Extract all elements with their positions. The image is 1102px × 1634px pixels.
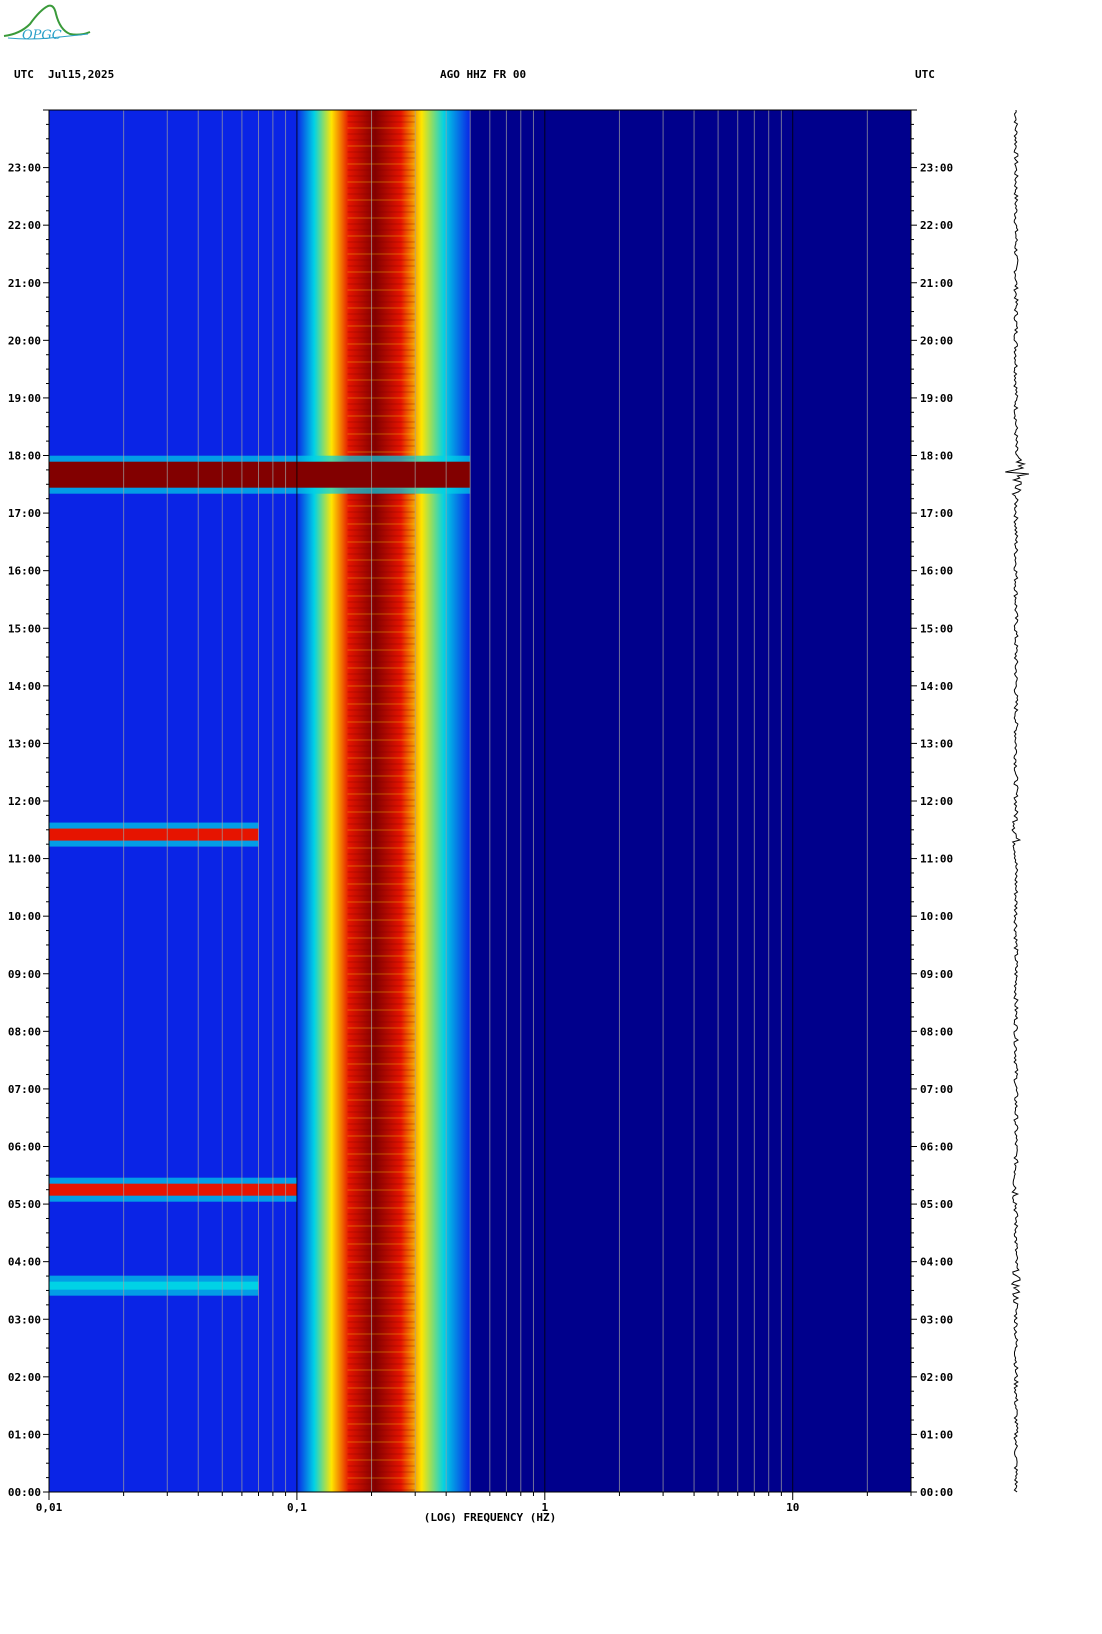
event-band <box>49 461 471 488</box>
seismogram-trace <box>1005 109 1029 1493</box>
frequency-tick-label: 0,01 <box>36 1501 63 1514</box>
seismogram-waveform <box>1005 109 1029 1493</box>
time-tick-label-right: 18:00 <box>920 450 953 463</box>
event-band <box>49 828 259 841</box>
x-axis-label: (LOG) FREQUENCY (HZ) <box>424 1511 556 1524</box>
time-tick-label-left: 11:00 <box>8 853 41 866</box>
time-tick-label-left: 08:00 <box>8 1025 41 1038</box>
time-tick-label-right: 04:00 <box>920 1256 953 1269</box>
frequency-tick-label: 10 <box>786 1501 799 1514</box>
time-tick-label-left: 18:00 <box>8 450 41 463</box>
time-tick-label-left: 07:00 <box>8 1083 41 1096</box>
time-tick-label-right: 01:00 <box>920 1428 953 1441</box>
time-tick-label-left: 00:00 <box>8 1486 41 1499</box>
time-tick-label-right: 08:00 <box>920 1025 953 1038</box>
time-tick-label-right: 19:00 <box>920 392 953 405</box>
time-tick-label-left: 22:00 <box>8 219 41 232</box>
time-tick-label-left: 12:00 <box>8 795 41 808</box>
time-tick-label-left: 23:00 <box>8 162 41 175</box>
time-tick-label-right: 03:00 <box>920 1313 953 1326</box>
time-tick-label-right: 15:00 <box>920 622 953 635</box>
time-tick-label-right: 22:00 <box>920 219 953 232</box>
microseism-band <box>296 109 471 1492</box>
time-tick-label-right: 07:00 <box>920 1083 953 1096</box>
time-tick-label-left: 14:00 <box>8 680 41 693</box>
time-tick-label-left: 16:00 <box>8 565 41 578</box>
time-tick-label-right: 00:00 <box>920 1486 953 1499</box>
time-tick-label-right: 17:00 <box>920 507 953 520</box>
microseism-band-fill <box>296 110 471 1492</box>
time-tick-label-left: 19:00 <box>8 392 41 405</box>
spectrogram-chart: 00:00 00:00 01:00 01:00 02:00 02:00 03:00 03:00… <box>8 109 1029 1524</box>
time-tick-label-left: 03:00 <box>8 1313 41 1326</box>
time-tick-label-left: 02:00 <box>8 1371 41 1384</box>
time-tick-label-right: 11:00 <box>920 853 953 866</box>
time-tick-label-right: 10:00 <box>920 910 953 923</box>
time-tick-label-right: 09:00 <box>920 968 953 981</box>
time-tick-label-left: 15:00 <box>8 622 41 635</box>
time-tick-label-right: 16:00 <box>920 565 953 578</box>
event-band <box>49 1281 259 1290</box>
time-tick-label-right: 13:00 <box>920 737 953 750</box>
time-tick-label-right: 20:00 <box>920 334 953 347</box>
time-tick-label-left: 05:00 <box>8 1198 41 1211</box>
time-tick-label-left: 06:00 <box>8 1141 41 1154</box>
time-tick-label-right: 06:00 <box>920 1141 953 1154</box>
event-band <box>49 1183 297 1196</box>
time-tick-label-left: 01:00 <box>8 1428 41 1441</box>
time-tick-label-left: 13:00 <box>8 737 41 750</box>
time-tick-label-right: 12:00 <box>920 795 953 808</box>
time-tick-label-right: 05:00 <box>920 1198 953 1211</box>
time-tick-label-left: 04:00 <box>8 1256 41 1269</box>
time-tick-label-right: 23:00 <box>920 162 953 175</box>
time-tick-label-right: 02:00 <box>920 1371 953 1384</box>
time-tick-label-left: 21:00 <box>8 277 41 290</box>
time-tick-label-right: 14:00 <box>920 680 953 693</box>
time-tick-label-left: 10:00 <box>8 910 41 923</box>
time-tick-label-left: 20:00 <box>8 334 41 347</box>
time-tick-label-right: 21:00 <box>920 277 953 290</box>
frequency-tick-label: 0,1 <box>287 1501 307 1514</box>
time-tick-label-left: 09:00 <box>8 968 41 981</box>
time-tick-label-left: 17:00 <box>8 507 41 520</box>
